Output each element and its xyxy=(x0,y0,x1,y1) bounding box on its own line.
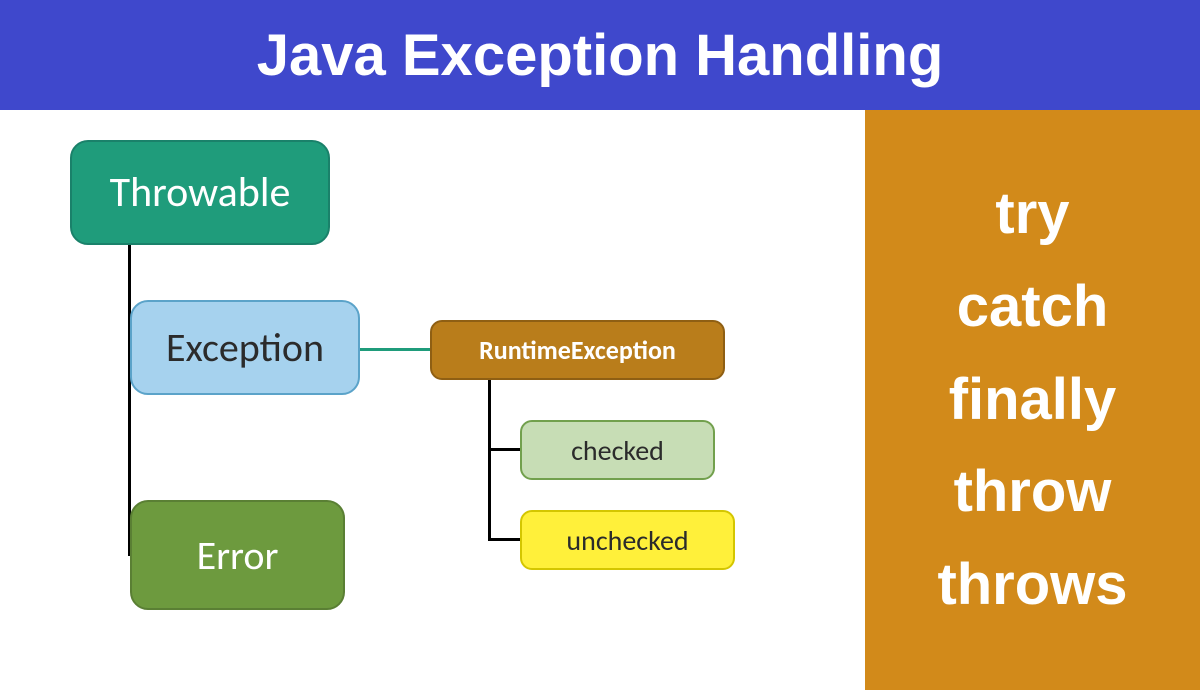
connector-line xyxy=(488,538,520,541)
header-banner: Java Exception Handling xyxy=(0,0,1200,110)
node-checked-label: checked xyxy=(571,433,664,468)
keyword-catch: catch xyxy=(957,261,1109,354)
connector-line xyxy=(488,380,491,540)
connector-line xyxy=(488,448,520,451)
node-throwable: Throwable xyxy=(70,140,330,245)
node-unchecked-label: unchecked xyxy=(566,523,688,558)
node-unchecked: unchecked xyxy=(520,510,735,570)
node-runtime-exception: RuntimeException xyxy=(430,320,725,380)
connector-line xyxy=(360,348,430,351)
node-checked: checked xyxy=(520,420,715,480)
header-title: Java Exception Handling xyxy=(257,22,944,89)
keywords-sidebar: try catch finally throw throws xyxy=(865,110,1200,690)
node-exception-label: Exception xyxy=(166,323,324,372)
keyword-throws: throws xyxy=(937,539,1127,632)
node-error: Error xyxy=(130,500,345,610)
node-exception: Exception xyxy=(130,300,360,395)
keyword-finally: finally xyxy=(949,354,1117,447)
node-error-label: Error xyxy=(197,531,279,580)
exception-hierarchy-diagram: Throwable Exception Error RuntimeExcepti… xyxy=(0,110,865,690)
keyword-throw: throw xyxy=(954,446,1112,539)
connector-line xyxy=(128,245,131,555)
node-throwable-label: Throwable xyxy=(110,167,291,218)
keyword-try: try xyxy=(995,168,1069,261)
node-runtime-exception-label: RuntimeException xyxy=(479,334,676,366)
